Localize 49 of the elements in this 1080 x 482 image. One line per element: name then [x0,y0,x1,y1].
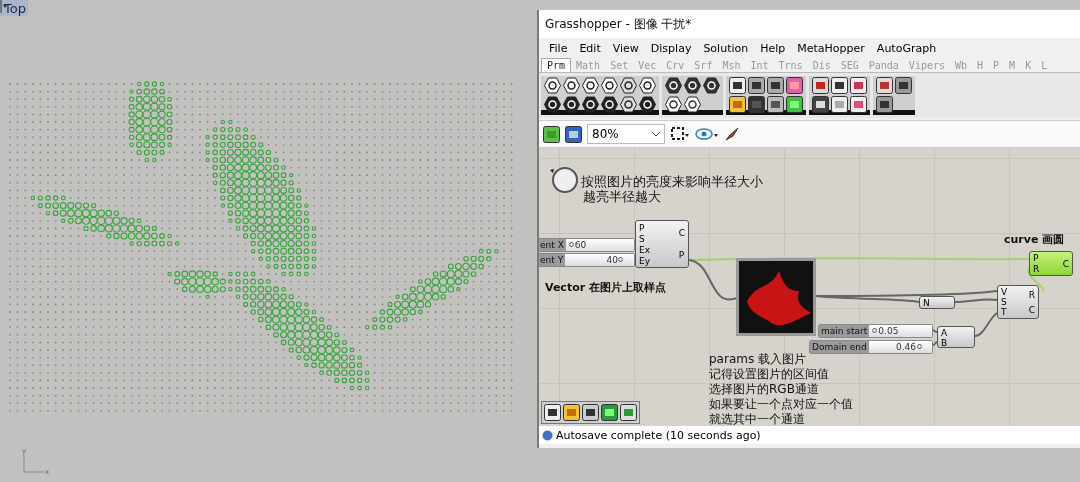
component-node[interactable]: V S T R C [997,285,1039,319]
input-port-label: Ex [639,244,650,255]
output-port-label: C [678,228,685,238]
menu-item[interactable]: File [543,41,574,55]
number-slider[interactable]: ent X 60 [539,238,635,252]
canvas-note: 记得设置图片的区间值 [709,367,830,382]
menu-item[interactable]: Help [754,41,792,55]
window-title: Grasshopper - 图像 干扰* [545,15,692,33]
component-node[interactable]: P S Ex Ey C P [635,220,689,268]
component-node[interactable]: N [919,296,955,309]
canvas-note: 就选其中一个通道 [709,412,806,426]
menu-item[interactable]: Display [644,41,698,55]
canvas-note: 越亮半径越大 [582,189,662,204]
menu-item[interactable]: View [606,41,645,55]
number-slider[interactable]: main start 0.05 [818,324,933,338]
menu-item[interactable]: Edit [573,41,607,55]
output-port-label: P [678,250,685,260]
number-slider[interactable]: Domain end 0.46 [809,340,933,354]
input-port-label: P [1033,253,1040,264]
input-port-label: S [639,233,646,244]
output-port-label: C [1028,304,1035,315]
input-port-label: R [1033,263,1040,274]
ribbon-tab[interactable]: Prm [541,58,572,72]
component-node[interactable]: P R C [1029,251,1073,276]
canvas-note: 选择图片的RGB通道 [709,382,820,397]
component-node[interactable]: A B [937,326,975,348]
canvas-note: Vector 在图片上取样点 [545,280,666,295]
input-port-label: P [639,222,646,233]
view-label: Top [4,0,26,16]
canvas-note: curve 画圆 [1004,232,1065,247]
canvas-note: params 载入图片 [709,352,807,367]
status-message: Autosave complete (10 seconds ago) [556,428,761,442]
zoom-dropdown[interactable]: 80% [587,124,665,144]
input-port-label: T [1001,307,1008,317]
input-port-label: S [1001,297,1008,307]
output-port-label: C [1062,258,1069,269]
menu-item[interactable]: MetaHopper [791,41,871,55]
input-port-label: B [941,338,948,348]
canvas-note: 如果要让一个点对应一个值 [709,397,853,412]
output-port-label: R [1028,289,1035,300]
input-port-label: V [1001,287,1008,297]
canvas-note: 按照图片的亮度来影响半径大小 [581,174,763,189]
menu-item[interactable]: AutoGraph [870,41,943,55]
input-port-label: N [923,298,930,308]
view-tab[interactable]: Top [0,0,28,16]
input-port-label: A [941,328,948,338]
input-port-label: Ey [639,255,650,266]
menu-item[interactable]: Solution [697,41,755,55]
number-slider[interactable]: ent Y 40 [539,253,635,267]
